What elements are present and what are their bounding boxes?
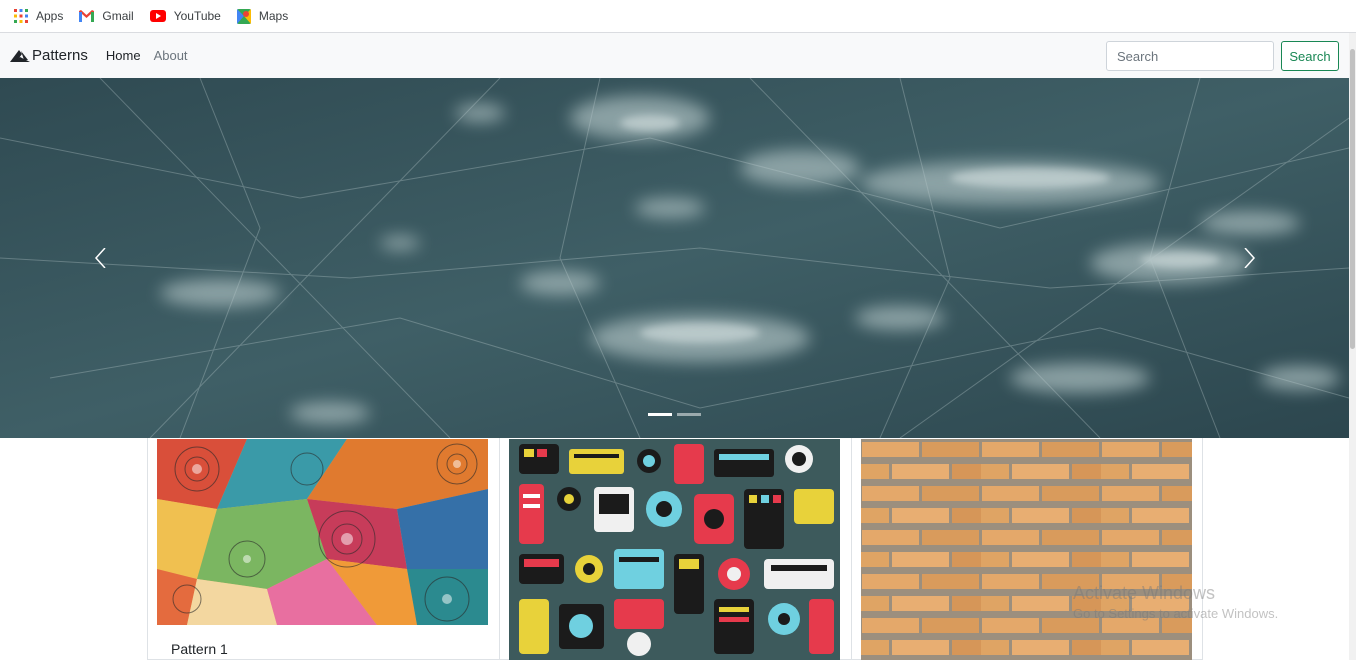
youtube-icon (149, 10, 166, 22)
scrollbar-thumb[interactable] (1350, 49, 1355, 349)
bookmark-gmail[interactable]: Gmail (79, 9, 134, 23)
search-input[interactable] (1106, 41, 1274, 71)
carousel-indicators (648, 413, 706, 416)
nav-home[interactable]: Home (106, 48, 141, 63)
carousel-slide-image (0, 78, 1349, 438)
bookmark-apps[interactable]: Apps (14, 9, 63, 23)
windows-activation-watermark: Activate Windows Go to Settings to activ… (1073, 583, 1278, 621)
bookmark-youtube[interactable]: YouTube (149, 9, 221, 23)
brand-logo-icon (10, 49, 30, 62)
search-button[interactable]: Search (1281, 41, 1339, 71)
card-1-image (157, 439, 488, 625)
chevron-left-icon (94, 247, 106, 269)
carousel-prev-button[interactable] (92, 247, 112, 269)
nav-about[interactable]: About (154, 48, 188, 63)
carousel-indicator-2[interactable] (677, 413, 701, 416)
chevron-right-icon (1244, 247, 1256, 269)
bookmark-label: Maps (258, 9, 289, 23)
card-divider (499, 438, 500, 660)
carousel-next-button[interactable] (1238, 247, 1258, 269)
maps-icon (236, 8, 251, 24)
brand-name: Patterns (32, 47, 88, 64)
navbar: Patterns Home About Search (0, 33, 1349, 78)
gmail-icon (79, 10, 95, 22)
card-2-image (509, 439, 840, 660)
watermark-subtitle: Go to Settings to activate Windows. (1073, 606, 1279, 621)
card-group: Pattern 1 (147, 438, 1203, 660)
brand-link[interactable]: Patterns (10, 47, 88, 64)
page-scrollbar[interactable] (1349, 33, 1356, 660)
bookmark-maps[interactable]: Maps (236, 8, 289, 24)
card-divider (851, 438, 852, 660)
bookmarks-bar: Apps Gmail YouTube Maps (0, 0, 1356, 33)
card-3-image (861, 439, 1192, 660)
watermark-title: Activate Windows (1073, 583, 1216, 603)
card-1-title: Pattern 1 (171, 641, 228, 657)
apps-grid-icon (14, 9, 28, 23)
bookmark-label: Gmail (102, 9, 134, 23)
bookmark-label: YouTube (173, 9, 221, 23)
bookmark-label: Apps (36, 9, 64, 23)
carousel-indicator-1[interactable] (648, 413, 672, 416)
carousel (0, 78, 1349, 438)
